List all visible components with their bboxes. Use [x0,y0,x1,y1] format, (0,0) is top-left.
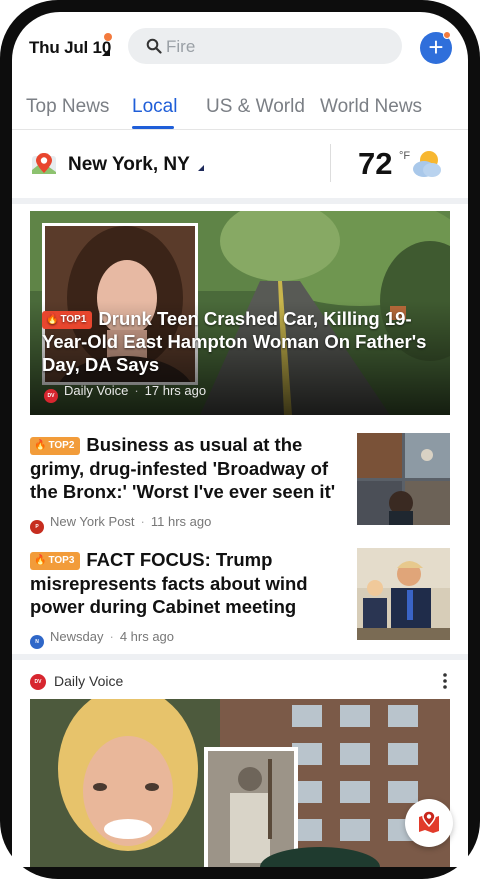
city-dropdown-icon[interactable] [198,165,204,171]
flame-icon: 🔥 [34,440,47,451]
rank-badge-label: TOP2 [48,440,75,451]
story-meta: DV Daily Voice · 17 hrs ago [44,383,206,403]
app-screen: Thu Jul 10 Fire + Top News Local US & Wo… [12,12,468,867]
date-label[interactable]: Thu Jul 10 [29,38,111,58]
top-story-card[interactable]: 🔥 TOP1 Drunk Teen Crashed Car, Killing 19-… [30,211,450,415]
add-notification-dot [443,31,451,39]
story-item[interactable]: 🔥 TOP3 FACT FOCUS: Trump misrepresents fac… [30,548,450,649]
story-headline[interactable]: 🔥 TOP3 FACT FOCUS: Trump misrepresents fac… [30,548,340,619]
meta-separator: · [140,514,145,529]
story-thumbnail[interactable] [357,433,450,525]
story-item[interactable]: 🔥 TOP2 Business as usual at the grimy, dru… [30,433,450,534]
location-weather-bar: New York, NY 72 °F [12,130,468,198]
rank-badge-label: TOP1 [60,314,87,325]
section-separator [12,654,468,660]
rank-badge: 🔥 TOP1 [42,311,93,329]
headline-text: Drunk Teen Crashed Car, Killing 19-Year-… [42,308,427,375]
story-source: New York Post [50,514,135,529]
cabinet-meeting-photo [357,548,450,640]
partly-cloudy-icon[interactable] [408,148,444,180]
notification-dot [104,33,112,41]
story-thumbnail[interactable] [357,548,450,640]
active-tab-indicator [132,126,174,129]
tab-top-news[interactable]: Top News [26,96,109,118]
story-source: Newsday [50,629,104,644]
tab-us-world[interactable]: US & World [206,96,305,118]
more-options-icon[interactable] [442,672,448,690]
search-placeholder[interactable]: Fire [166,37,195,57]
rank-badge: 🔥 TOP3 [30,552,81,570]
search-bar[interactable]: Fire [128,28,402,64]
rank-badge-label: TOP3 [48,555,75,566]
flame-icon: 🔥 [46,314,59,325]
story-time: 17 hrs ago [144,383,207,398]
card-header: DV Daily Voice [30,672,450,692]
section-separator [12,198,468,204]
city-selector[interactable]: New York, NY [68,154,190,176]
story-collage-photo [30,699,450,867]
card-source[interactable]: Daily Voice [54,673,123,689]
daily-voice-logo-icon: DV [30,674,46,690]
tab-world-news[interactable]: World News [320,96,422,118]
story-time: 11 hrs ago [150,514,212,529]
card-image[interactable] [30,699,450,867]
tab-local[interactable]: Local [132,96,177,118]
story-meta: N Newsday · 4 hrs ago [30,629,174,649]
story-source: Daily Voice [64,383,129,398]
top-bar: Thu Jul 10 Fire + [12,12,468,82]
story-headline[interactable]: 🔥 TOP2 Business as usual at the grimy, dru… [30,433,340,504]
meta-separator: · [134,383,139,398]
street-photo [357,433,450,525]
story-meta: P New York Post · 11 hrs ago [30,514,211,534]
category-tabs: Top News Local US & World World News [12,82,468,130]
meta-separator: · [109,629,114,644]
top-story-headline[interactable]: 🔥 TOP1 Drunk Teen Crashed Car, Killing 19-… [42,307,442,376]
map-marker-icon [419,810,439,833]
date-menu-icon[interactable] [102,48,110,56]
flame-icon: 🔥 [34,555,47,566]
divider [330,144,331,182]
map-fab-button[interactable] [405,799,453,847]
phone-frame: Thu Jul 10 Fire + Top News Local US & Wo… [0,0,480,879]
map-pin-icon [32,153,56,174]
search-icon [146,38,162,54]
temperature[interactable]: 72 [358,146,392,182]
newsday-logo-icon: N [30,635,44,649]
new-york-post-logo-icon: P [30,520,44,534]
rank-badge: 🔥 TOP2 [30,437,81,455]
daily-voice-logo-icon: DV [44,389,58,403]
story-time: 4 hrs ago [119,629,175,644]
